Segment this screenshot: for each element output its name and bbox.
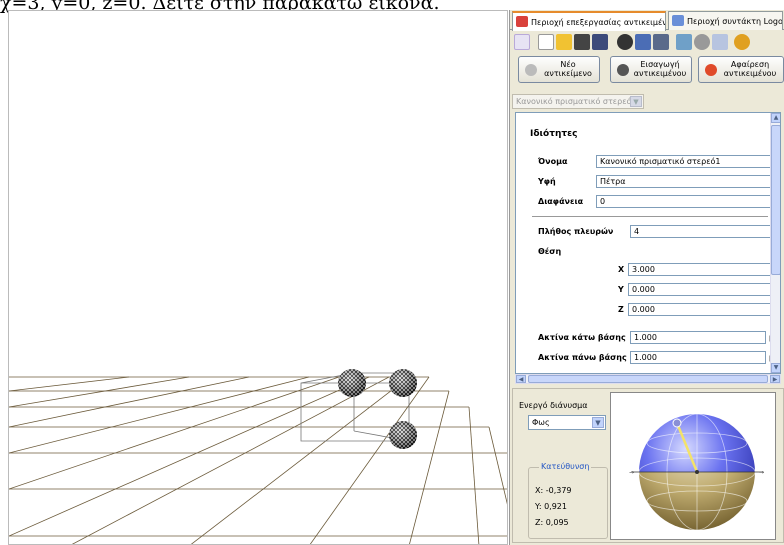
x-label: X bbox=[618, 265, 625, 274]
transparency-label: Διαφάνεια bbox=[538, 197, 584, 206]
transparency-field[interactable]: 0 bbox=[596, 195, 771, 208]
bottom-radius-label: Ακτίνα κάτω βάσης bbox=[538, 333, 626, 342]
light-icon[interactable] bbox=[694, 34, 710, 50]
open-folder-icon[interactable] bbox=[556, 34, 572, 50]
direction-y: Y: 0,921 bbox=[535, 502, 567, 511]
texture-field[interactable]: Πέτρα bbox=[596, 175, 771, 188]
direction-sphere[interactable]: → → bbox=[611, 393, 775, 539]
bottom-radius-field[interactable]: 1.000 bbox=[630, 331, 766, 344]
z-label: Z bbox=[618, 305, 624, 314]
properties-panel: Ιδιότητες Όνομα Κανονικό πρισματικό στερ… bbox=[515, 112, 781, 374]
effects-icon[interactable] bbox=[734, 34, 750, 50]
object-buttons: Νέο αντικείμενο Εισαγωγή αντικειμένου Αφ… bbox=[510, 56, 784, 86]
position-label: Θέση bbox=[538, 247, 562, 256]
sides-label: Πλήθος πλευρών bbox=[538, 227, 614, 236]
sphere-3 bbox=[389, 421, 417, 449]
logo-editor-icon bbox=[672, 15, 684, 26]
direction-z: Z: 0,095 bbox=[535, 518, 569, 527]
3d-viewport[interactable] bbox=[8, 10, 508, 545]
new-object-icon bbox=[525, 64, 537, 76]
export-icon[interactable] bbox=[592, 34, 608, 50]
new-object-button[interactable]: Νέο αντικείμενο bbox=[518, 56, 600, 83]
scroll-thumb[interactable] bbox=[771, 125, 780, 275]
chevron-down-icon[interactable]: ▼ bbox=[630, 96, 642, 107]
save-icon[interactable] bbox=[574, 34, 590, 50]
move-icon[interactable] bbox=[617, 34, 633, 50]
direction-group: Κατεύθυνση X: -0,379 Y: 0,921 Z: 0,095 bbox=[528, 462, 608, 539]
insert-object-icon bbox=[617, 64, 629, 76]
svg-text:→: → bbox=[759, 469, 764, 476]
floor-grid bbox=[9, 376, 507, 544]
scene-icon[interactable] bbox=[514, 34, 530, 50]
properties-horizontal-scrollbar[interactable]: ◀ ▶ bbox=[515, 374, 781, 384]
direction-x: X: -0,379 bbox=[535, 486, 572, 495]
insert-object-button[interactable]: Εισαγωγή αντικειμένου bbox=[610, 56, 692, 83]
vector-section: Ενεργό διάνυσμα Φως ▼ Κατεύθυνση X: -0,3… bbox=[512, 388, 784, 543]
user-icon[interactable] bbox=[712, 34, 728, 50]
name-label: Όνομα bbox=[538, 157, 568, 166]
direction-title: Κατεύθυνση bbox=[539, 462, 592, 471]
divider bbox=[532, 216, 768, 217]
material-icon[interactable] bbox=[676, 34, 692, 50]
y-field[interactable]: 0.000 bbox=[628, 283, 771, 296]
camera-icon[interactable] bbox=[635, 34, 651, 50]
view-icon[interactable] bbox=[653, 34, 669, 50]
active-vector-select[interactable]: Φως ▼ bbox=[528, 415, 606, 430]
top-radius-label: Ακτίνα πάνω βάσης bbox=[538, 353, 627, 362]
object-editor-panel: Περιοχή επεξεργασίας αντικειμένων Περιοχ… bbox=[509, 10, 784, 545]
hscroll-thumb[interactable] bbox=[528, 375, 768, 383]
3d-scene[interactable] bbox=[9, 11, 508, 545]
toolbar bbox=[510, 31, 784, 53]
texture-label: Υφή bbox=[538, 177, 556, 186]
active-vector-label: Ενεργό διάνυσμα bbox=[519, 401, 588, 410]
x-field[interactable]: 3.000 bbox=[628, 263, 771, 276]
direction-sphere-widget[interactable]: → → bbox=[610, 392, 776, 540]
chevron-down-icon[interactable]: ▼ bbox=[592, 417, 604, 428]
properties-vertical-scrollbar[interactable]: ▲ ▼ bbox=[770, 113, 780, 373]
name-field[interactable]: Κανονικό πρισματικό στερεό1 bbox=[596, 155, 771, 168]
tab-logo-editor[interactable]: Περιοχή συντάκτη Logo bbox=[668, 11, 783, 30]
sphere-2 bbox=[389, 369, 417, 397]
tab-object-editor[interactable]: Περιοχή επεξεργασίας αντικειμένων bbox=[512, 11, 666, 31]
new-file-icon[interactable] bbox=[538, 34, 554, 50]
objects-icon bbox=[516, 16, 528, 27]
remove-object-button[interactable]: Αφαίρεση αντικειμένου bbox=[698, 56, 784, 83]
scroll-down-icon[interactable]: ▼ bbox=[771, 363, 780, 373]
sphere-1 bbox=[338, 369, 366, 397]
remove-object-icon bbox=[705, 64, 717, 76]
scroll-left-icon[interactable]: ◀ bbox=[516, 375, 526, 383]
tab-bar: Περιοχή επεξεργασίας αντικειμένων Περιοχ… bbox=[510, 10, 784, 31]
y-label: Y bbox=[618, 285, 624, 294]
object-type-select[interactable]: Κανονικό πρισματικό στερεό ▼ bbox=[512, 94, 644, 109]
sides-field[interactable]: 4 bbox=[630, 225, 771, 238]
scroll-up-icon[interactable]: ▲ bbox=[771, 113, 780, 123]
properties-heading: Ιδιότητες bbox=[530, 129, 578, 139]
scroll-right-icon[interactable]: ▶ bbox=[770, 375, 780, 383]
top-radius-field[interactable]: 1.000 bbox=[630, 351, 766, 364]
svg-text:→: → bbox=[629, 469, 634, 476]
z-field[interactable]: 0.000 bbox=[628, 303, 771, 316]
